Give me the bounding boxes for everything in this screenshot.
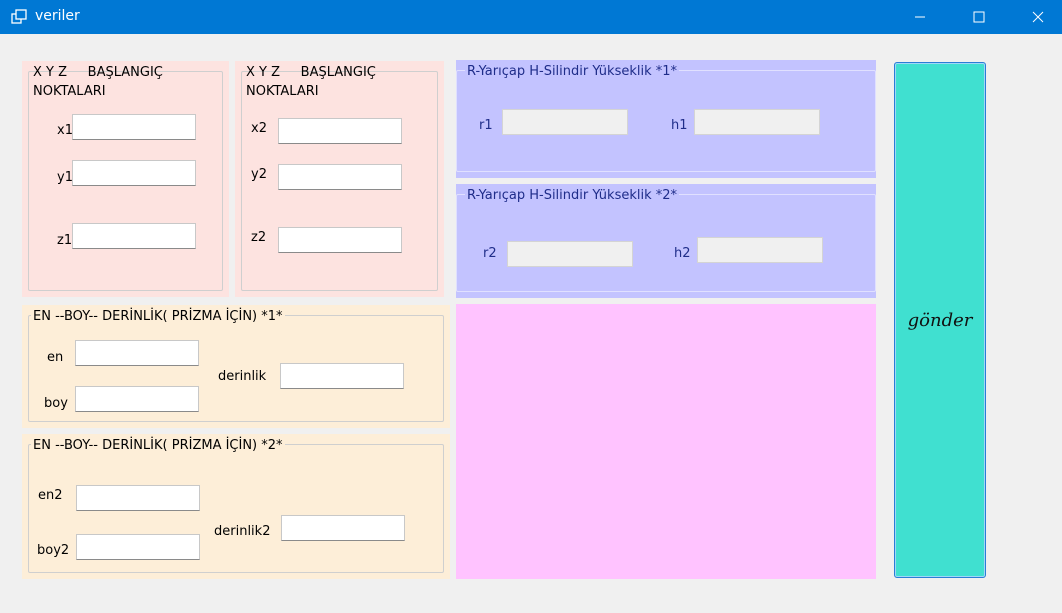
z2-field[interactable] xyxy=(278,227,402,253)
r1-field[interactable] xyxy=(502,109,628,135)
h2-label: h2 xyxy=(674,246,691,261)
derinlik-field[interactable] xyxy=(280,363,404,389)
x2-field[interactable] xyxy=(278,118,402,144)
cylinder2-groupbox: R-Yarıçap H-Silindir Yükseklik *2* r2 h2 xyxy=(456,184,876,298)
x1-field[interactable] xyxy=(72,114,196,140)
send-button-label: gönder xyxy=(907,309,973,331)
en2-label: en2 xyxy=(38,488,63,503)
boy-label: boy xyxy=(44,396,68,411)
cylinder1-title: R-Yarıçap H-Silindir Yükseklik *1* xyxy=(465,62,680,81)
en2-field[interactable] xyxy=(76,485,200,511)
minimize-icon xyxy=(915,16,925,18)
minimize-button[interactable] xyxy=(897,0,943,34)
title-bar: veriler xyxy=(0,0,1062,34)
en-field[interactable] xyxy=(75,340,199,366)
prism2-groupbox: EN --BOY-- DERİNLİK( PRİZMA İÇİN) *2* en… xyxy=(22,434,450,579)
cylinder2-title: R-Yarıçap H-Silindir Yükseklik *2* xyxy=(465,186,680,205)
derinlik-label: derinlik xyxy=(218,369,267,384)
maximize-icon xyxy=(973,11,985,23)
app-icon xyxy=(11,9,27,24)
x2-label: x2 xyxy=(251,121,267,136)
xyz1-groupbox: X Y Z BAŞLANGIÇ NOKTALARI x1 y1 z1 xyxy=(22,61,229,297)
prism2-title: EN --BOY-- DERİNLİK( PRİZMA İÇİN) *2* xyxy=(31,436,285,455)
boy2-label: boy2 xyxy=(37,543,70,558)
z2-label: z2 xyxy=(251,230,267,245)
xyz2-title: X Y Z BAŞLANGIÇ NOKTALARI xyxy=(246,65,376,99)
boy-field[interactable] xyxy=(75,386,199,412)
prism1-groupbox: EN --BOY-- DERİNLİK( PRİZMA İÇİN) *1* en… xyxy=(22,305,450,428)
xyz1-title: X Y Z BAŞLANGIÇ NOKTALARI xyxy=(33,65,163,99)
r1-label: r1 xyxy=(479,118,493,133)
send-button[interactable]: gönder xyxy=(894,62,986,578)
prism1-title: EN --BOY-- DERİNLİK( PRİZMA İÇİN) *1* xyxy=(31,307,285,326)
output-panel xyxy=(456,304,876,579)
y1-field[interactable] xyxy=(72,160,196,186)
maximize-button[interactable] xyxy=(956,0,1002,34)
z1-label: z1 xyxy=(57,233,73,248)
xyz2-groupbox: X Y Z BAŞLANGIÇ NOKTALARI x2 y2 z2 xyxy=(235,61,444,297)
boy2-field[interactable] xyxy=(76,534,200,560)
r2-label: r2 xyxy=(483,246,497,261)
cylinder1-groupbox: R-Yarıçap H-Silindir Yükseklik *1* r1 h1 xyxy=(456,60,876,178)
y2-field[interactable] xyxy=(278,164,402,190)
derinlik2-field[interactable] xyxy=(281,515,405,541)
close-button[interactable] xyxy=(1015,0,1061,34)
y1-label: y1 xyxy=(57,170,73,185)
r2-field[interactable] xyxy=(507,241,633,267)
h2-field[interactable] xyxy=(697,237,823,263)
h1-label: h1 xyxy=(671,118,688,133)
z1-field[interactable] xyxy=(72,223,196,249)
h1-field[interactable] xyxy=(694,109,820,135)
y2-label: y2 xyxy=(251,167,267,182)
window-title: veriler xyxy=(35,8,80,24)
derinlik2-label: derinlik2 xyxy=(214,524,271,539)
close-icon xyxy=(1032,11,1044,23)
x1-label: x1 xyxy=(57,123,73,138)
en-label: en xyxy=(47,350,64,365)
